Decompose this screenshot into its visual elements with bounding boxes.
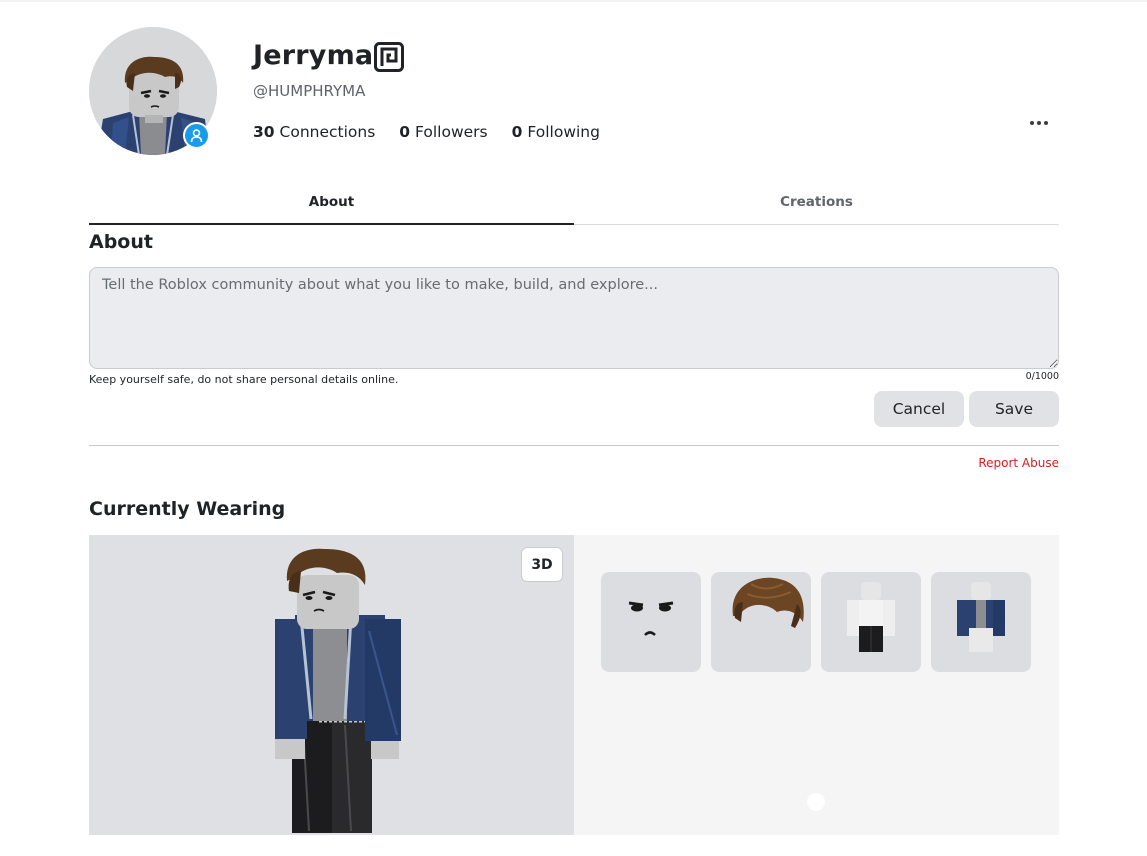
- avatar-full-body: [275, 548, 401, 833]
- tab-creations[interactable]: Creations: [574, 180, 1059, 224]
- stat-label: Connections: [279, 123, 376, 141]
- stat-label: Following: [527, 123, 600, 141]
- section-divider: [89, 445, 1059, 446]
- about-input[interactable]: [89, 267, 1059, 369]
- profile-stats: 30 Connections 0 Followers 0 Following: [253, 123, 600, 141]
- stat-count: 0: [511, 123, 523, 141]
- pants-thumbnail: [847, 582, 895, 652]
- wearing-item-hair[interactable]: [711, 572, 811, 672]
- cancel-button[interactable]: Cancel: [874, 391, 964, 427]
- username: @HUMPHRYMA: [253, 82, 366, 100]
- stat-label: Followers: [415, 123, 488, 141]
- wearing-item-face[interactable]: [601, 572, 701, 672]
- wearing-item-pants[interactable]: [821, 572, 921, 672]
- about-heading: About: [89, 231, 153, 253]
- more-options-icon[interactable]: [1024, 112, 1054, 134]
- top-border: [0, 0, 1147, 2]
- save-button[interactable]: Save: [969, 391, 1059, 427]
- stat-count: 0: [399, 123, 411, 141]
- currently-wearing-heading: Currently Wearing: [89, 498, 286, 520]
- carousel-page-indicator[interactable]: [807, 793, 825, 811]
- stat-following[interactable]: 0 Following: [512, 123, 600, 141]
- hair-thumbnail: [732, 577, 804, 628]
- stat-connections[interactable]: 30 Connections: [253, 123, 375, 141]
- avatar-viewer[interactable]: [89, 535, 574, 835]
- jacket-thumbnail: [957, 582, 1005, 652]
- presence-user-icon: [185, 124, 208, 147]
- profile-tabs: About Creations: [89, 180, 1059, 225]
- stat-followers[interactable]: 0 Followers: [399, 123, 487, 141]
- view-3d-toggle[interactable]: 3D: [521, 547, 563, 582]
- safety-note: Keep yourself safe, do not share persona…: [89, 373, 399, 386]
- stat-count: 30: [253, 123, 275, 141]
- display-name: Jerryma: [253, 40, 374, 71]
- verified-badge-icon: [374, 42, 404, 72]
- face-thumbnail: [628, 601, 674, 636]
- tab-about[interactable]: About: [89, 180, 574, 225]
- wearing-item-jacket[interactable]: [931, 572, 1031, 672]
- presence-badge: [183, 122, 210, 149]
- character-counter: 0/1000: [1025, 371, 1059, 382]
- report-abuse-link[interactable]: Report Abuse: [960, 456, 1059, 470]
